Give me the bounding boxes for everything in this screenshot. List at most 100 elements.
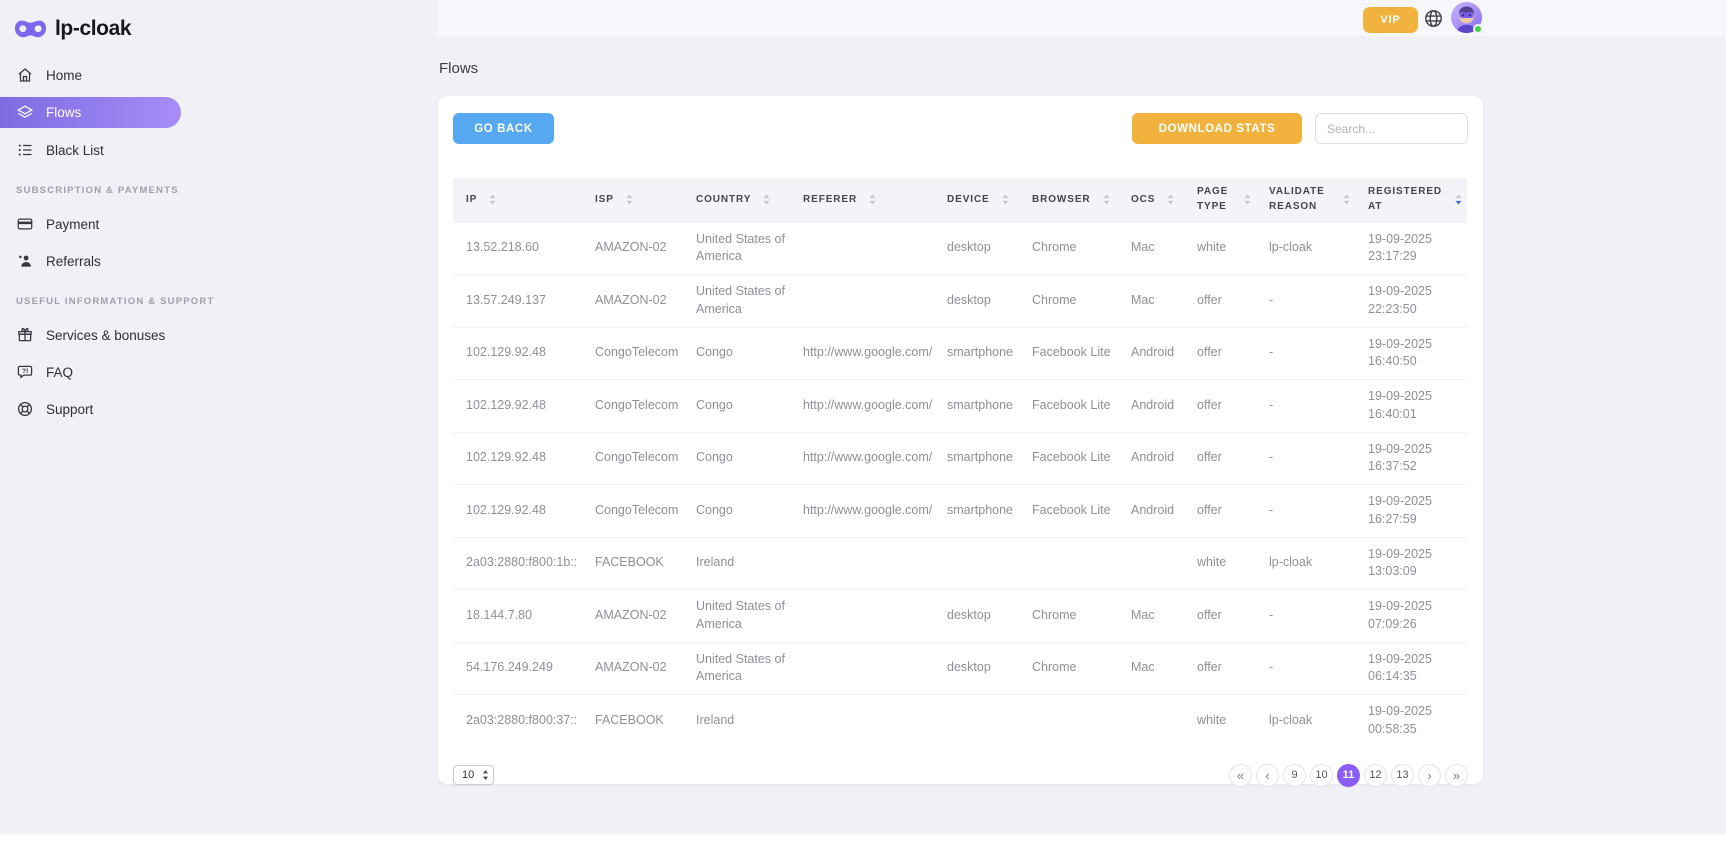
sidebar-item-services-bonuses[interactable]: Services & bonuses: [0, 320, 200, 350]
cell-device: desktop: [934, 642, 1019, 695]
pagination-first[interactable]: «: [1229, 764, 1252, 787]
sidebar-item-home[interactable]: Home: [0, 60, 200, 90]
cell-validate_reason: -: [1256, 642, 1355, 695]
cell-referer: [790, 695, 934, 747]
user-avatar[interactable]: [1451, 2, 1482, 33]
cell-isp: CongoTelecom: [582, 380, 683, 433]
pagination-prev[interactable]: ‹: [1256, 764, 1279, 787]
cell-isp: FACEBOOK: [582, 537, 683, 590]
support-icon: [16, 400, 34, 418]
go-back-button[interactable]: GO BACK: [453, 113, 554, 144]
cell-device: smartphone: [934, 380, 1019, 433]
brand-name: lp-cloak: [55, 17, 131, 41]
cell-country: United States of America: [683, 590, 790, 643]
column-header-country[interactable]: COUNTRY: [683, 178, 790, 222]
cell-page_type: white: [1184, 537, 1256, 590]
cell-validate_reason: -: [1256, 485, 1355, 538]
sidebar-item-faq[interactable]: ?! FAQ: [0, 357, 200, 387]
column-header-isp[interactable]: ISP: [582, 178, 683, 222]
vip-button[interactable]: VIP: [1363, 7, 1418, 33]
flow-row: 102.129.92.48CongoTelecomCongohttp://www…: [453, 485, 1467, 538]
cell-isp: CongoTelecom: [582, 327, 683, 380]
sidebar-item-payment[interactable]: Payment: [0, 209, 200, 239]
column-header-page_type[interactable]: PAGE TYPE: [1184, 178, 1256, 222]
pagination-last[interactable]: »: [1445, 764, 1468, 787]
cell-registered_at: 19-09-202516:40:01: [1355, 380, 1467, 433]
sidebar-item-label: Payment: [46, 217, 99, 232]
sort-icon: [1454, 193, 1463, 206]
cell-page_type: offer: [1184, 380, 1256, 433]
sort-icon: [1001, 193, 1010, 206]
sidebar-item-label: Flows: [46, 105, 81, 120]
pagination-page-10[interactable]: 10: [1310, 764, 1333, 787]
sidebar-item-support[interactable]: Support: [0, 394, 200, 424]
column-header-device[interactable]: DEVICE: [934, 178, 1019, 222]
cell-device: smartphone: [934, 485, 1019, 538]
cell-page_type: white: [1184, 222, 1256, 275]
column-header-registered_at[interactable]: REGISTERED AT: [1355, 178, 1467, 222]
page-size-select[interactable]: 10: [453, 765, 494, 785]
sort-icon: [1102, 193, 1111, 206]
sort-icon: [488, 193, 497, 206]
cell-ip: 18.144.7.80: [453, 590, 582, 643]
flow-row: 2a03:2880:f800:37::FACEBOOKIrelandwhitel…: [453, 695, 1467, 747]
brand-logo[interactable]: lp-cloak: [0, 0, 200, 46]
cell-page_type: offer: [1184, 432, 1256, 485]
cell-device: smartphone: [934, 432, 1019, 485]
cell-referer: http://www.google.com/: [790, 327, 934, 380]
cell-ip: 54.176.249.249: [453, 642, 582, 695]
pagination-next[interactable]: ›: [1418, 764, 1441, 787]
cell-registered_at: 19-09-202516:27:59: [1355, 485, 1467, 538]
cell-country: Congo: [683, 432, 790, 485]
cell-isp: FACEBOOK: [582, 695, 683, 747]
column-header-referer[interactable]: REFERER: [790, 178, 934, 222]
cell-ocs: Android: [1118, 432, 1184, 485]
column-header-browser[interactable]: BROWSER: [1019, 178, 1118, 222]
pagination-page-9[interactable]: 9: [1283, 764, 1306, 787]
sidebar-item-flows[interactable]: Flows: [0, 97, 181, 128]
cell-referer: http://www.google.com/: [790, 485, 934, 538]
cell-device: smartphone: [934, 327, 1019, 380]
cell-registered_at: 19-09-202516:40:50: [1355, 327, 1467, 380]
sidebar-item-referrals[interactable]: Referrals: [0, 246, 200, 276]
cell-validate_reason: lp-cloak: [1256, 695, 1355, 747]
cell-registered_at: 19-09-202500:58:35: [1355, 695, 1467, 747]
sidebar-item-black-list[interactable]: Black List: [0, 135, 200, 165]
page-size-value: 10: [462, 769, 474, 781]
pagination-page-11[interactable]: 11: [1337, 764, 1360, 787]
cell-registered_at: 19-09-202523:17:29: [1355, 222, 1467, 275]
cell-registered_at: 19-09-202522:23:50: [1355, 275, 1467, 328]
bottom-strip: [0, 834, 1726, 850]
cell-ocs: Android: [1118, 485, 1184, 538]
cell-country: United States of America: [683, 222, 790, 275]
column-header-ocs[interactable]: OCS: [1118, 178, 1184, 222]
column-header-validate_reason[interactable]: VALIDATE REASON: [1256, 178, 1355, 222]
flow-row: 18.144.7.80AMAZON-02United States of Ame…: [453, 590, 1467, 643]
home-icon: [16, 66, 34, 84]
sort-icon: [868, 193, 877, 206]
cell-ocs: Mac: [1118, 222, 1184, 275]
search-input[interactable]: [1315, 113, 1468, 144]
pagination-page-13[interactable]: 13: [1391, 764, 1414, 787]
cell-page_type: offer: [1184, 485, 1256, 538]
sidebar-section-subscription: SUBSCRIPTION & PAYMENTS: [0, 185, 200, 196]
sort-icon: [1166, 193, 1175, 206]
page-title: Flows: [439, 60, 478, 77]
download-stats-button[interactable]: DOWNLOAD STATS: [1132, 113, 1302, 144]
cell-ip: 13.52.218.60: [453, 222, 582, 275]
cell-isp: CongoTelecom: [582, 432, 683, 485]
cell-ocs: Android: [1118, 327, 1184, 380]
pagination-page-12[interactable]: 12: [1364, 764, 1387, 787]
referrals-icon: [16, 252, 34, 270]
cell-isp: AMAZON-02: [582, 642, 683, 695]
cell-registered_at: 19-09-202507:09:26: [1355, 590, 1467, 643]
gift-icon: [16, 326, 34, 344]
flow-row: 13.52.218.60AMAZON-02United States of Am…: [453, 222, 1467, 275]
cell-registered_at: 19-09-202516:37:52: [1355, 432, 1467, 485]
pagination: «‹910111213›»: [1229, 764, 1468, 787]
cell-validate_reason: lp-cloak: [1256, 222, 1355, 275]
cell-device: [934, 695, 1019, 747]
globe-icon[interactable]: [1423, 8, 1444, 29]
column-header-ip[interactable]: IP: [453, 178, 582, 222]
cell-browser: Facebook Lite: [1019, 485, 1118, 538]
